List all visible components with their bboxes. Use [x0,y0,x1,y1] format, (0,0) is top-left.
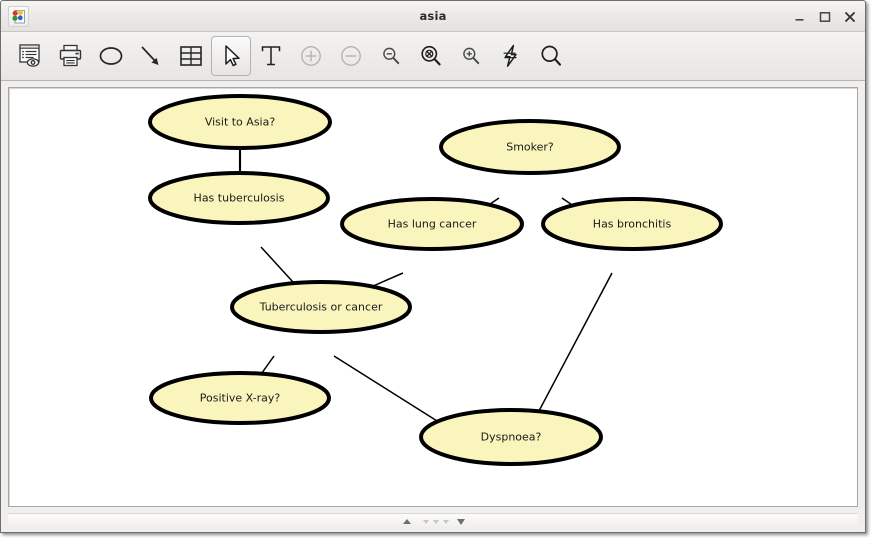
node-has-lung-cancer[interactable]: Has lung cancer [340,197,524,251]
window-title: asia [419,9,447,23]
node-label: Has bronchitis [593,218,672,231]
text-tool-button[interactable] [251,36,291,76]
find-button[interactable] [531,36,571,76]
title-bar[interactable]: asia [1,1,865,32]
node-smoker[interactable]: Smoker? [439,119,621,175]
node-label: Visit to Asia? [205,116,276,129]
node-label: Smoker? [506,141,554,154]
compile-button[interactable] [491,36,531,76]
node-label: Has lung cancer [388,218,477,231]
maximize-button[interactable] [819,11,831,23]
node-visit-asia[interactable]: Visit to Asia? [148,94,332,150]
node-label: Has tuberculosis [194,192,285,205]
minimize-button[interactable] [794,11,806,23]
canvas-splitter-handle[interactable] [397,517,469,527]
zoom-in-button[interactable] [451,36,491,76]
graph-nodes: Visit to Asia? Smoker? Has tuberculosis … [148,94,723,466]
zoom-fit-button[interactable] [411,36,451,76]
main-toolbar [1,32,865,81]
table-button[interactable] [171,36,211,76]
node-has-tuberculosis[interactable]: Has tuberculosis [148,171,330,225]
node-label: Tuberculosis or cancer [259,301,383,314]
bottom-splitter-bar [8,513,858,529]
application-window: asia Visit to Asia? Smoker? Has tubercul… [0,0,866,533]
graph-canvas[interactable]: Visit to Asia? Smoker? Has tuberculosis … [8,87,858,507]
window-controls [794,1,856,32]
node-positive-xray[interactable]: Positive X-ray? [149,371,331,425]
print-button[interactable] [51,36,91,76]
node-has-bronchitis[interactable]: Has bronchitis [541,197,723,251]
properties-button[interactable] [11,36,51,76]
zoom-out-button[interactable] [371,36,411,76]
zoom-out-circle-button[interactable] [331,36,371,76]
zoom-in-circle-button[interactable] [291,36,331,76]
close-button[interactable] [844,11,856,23]
node-label: Dyspnoea? [481,431,542,444]
add-node-button[interactable] [91,36,131,76]
select-tool-button[interactable] [211,36,251,76]
node-dyspnoea[interactable]: Dyspnoea? [419,408,603,466]
node-tuberculosis-or-cancer[interactable]: Tuberculosis or cancer [230,280,412,334]
node-label: Positive X-ray? [200,392,281,405]
add-arc-button[interactable] [131,36,171,76]
app-document-icon [8,6,29,27]
